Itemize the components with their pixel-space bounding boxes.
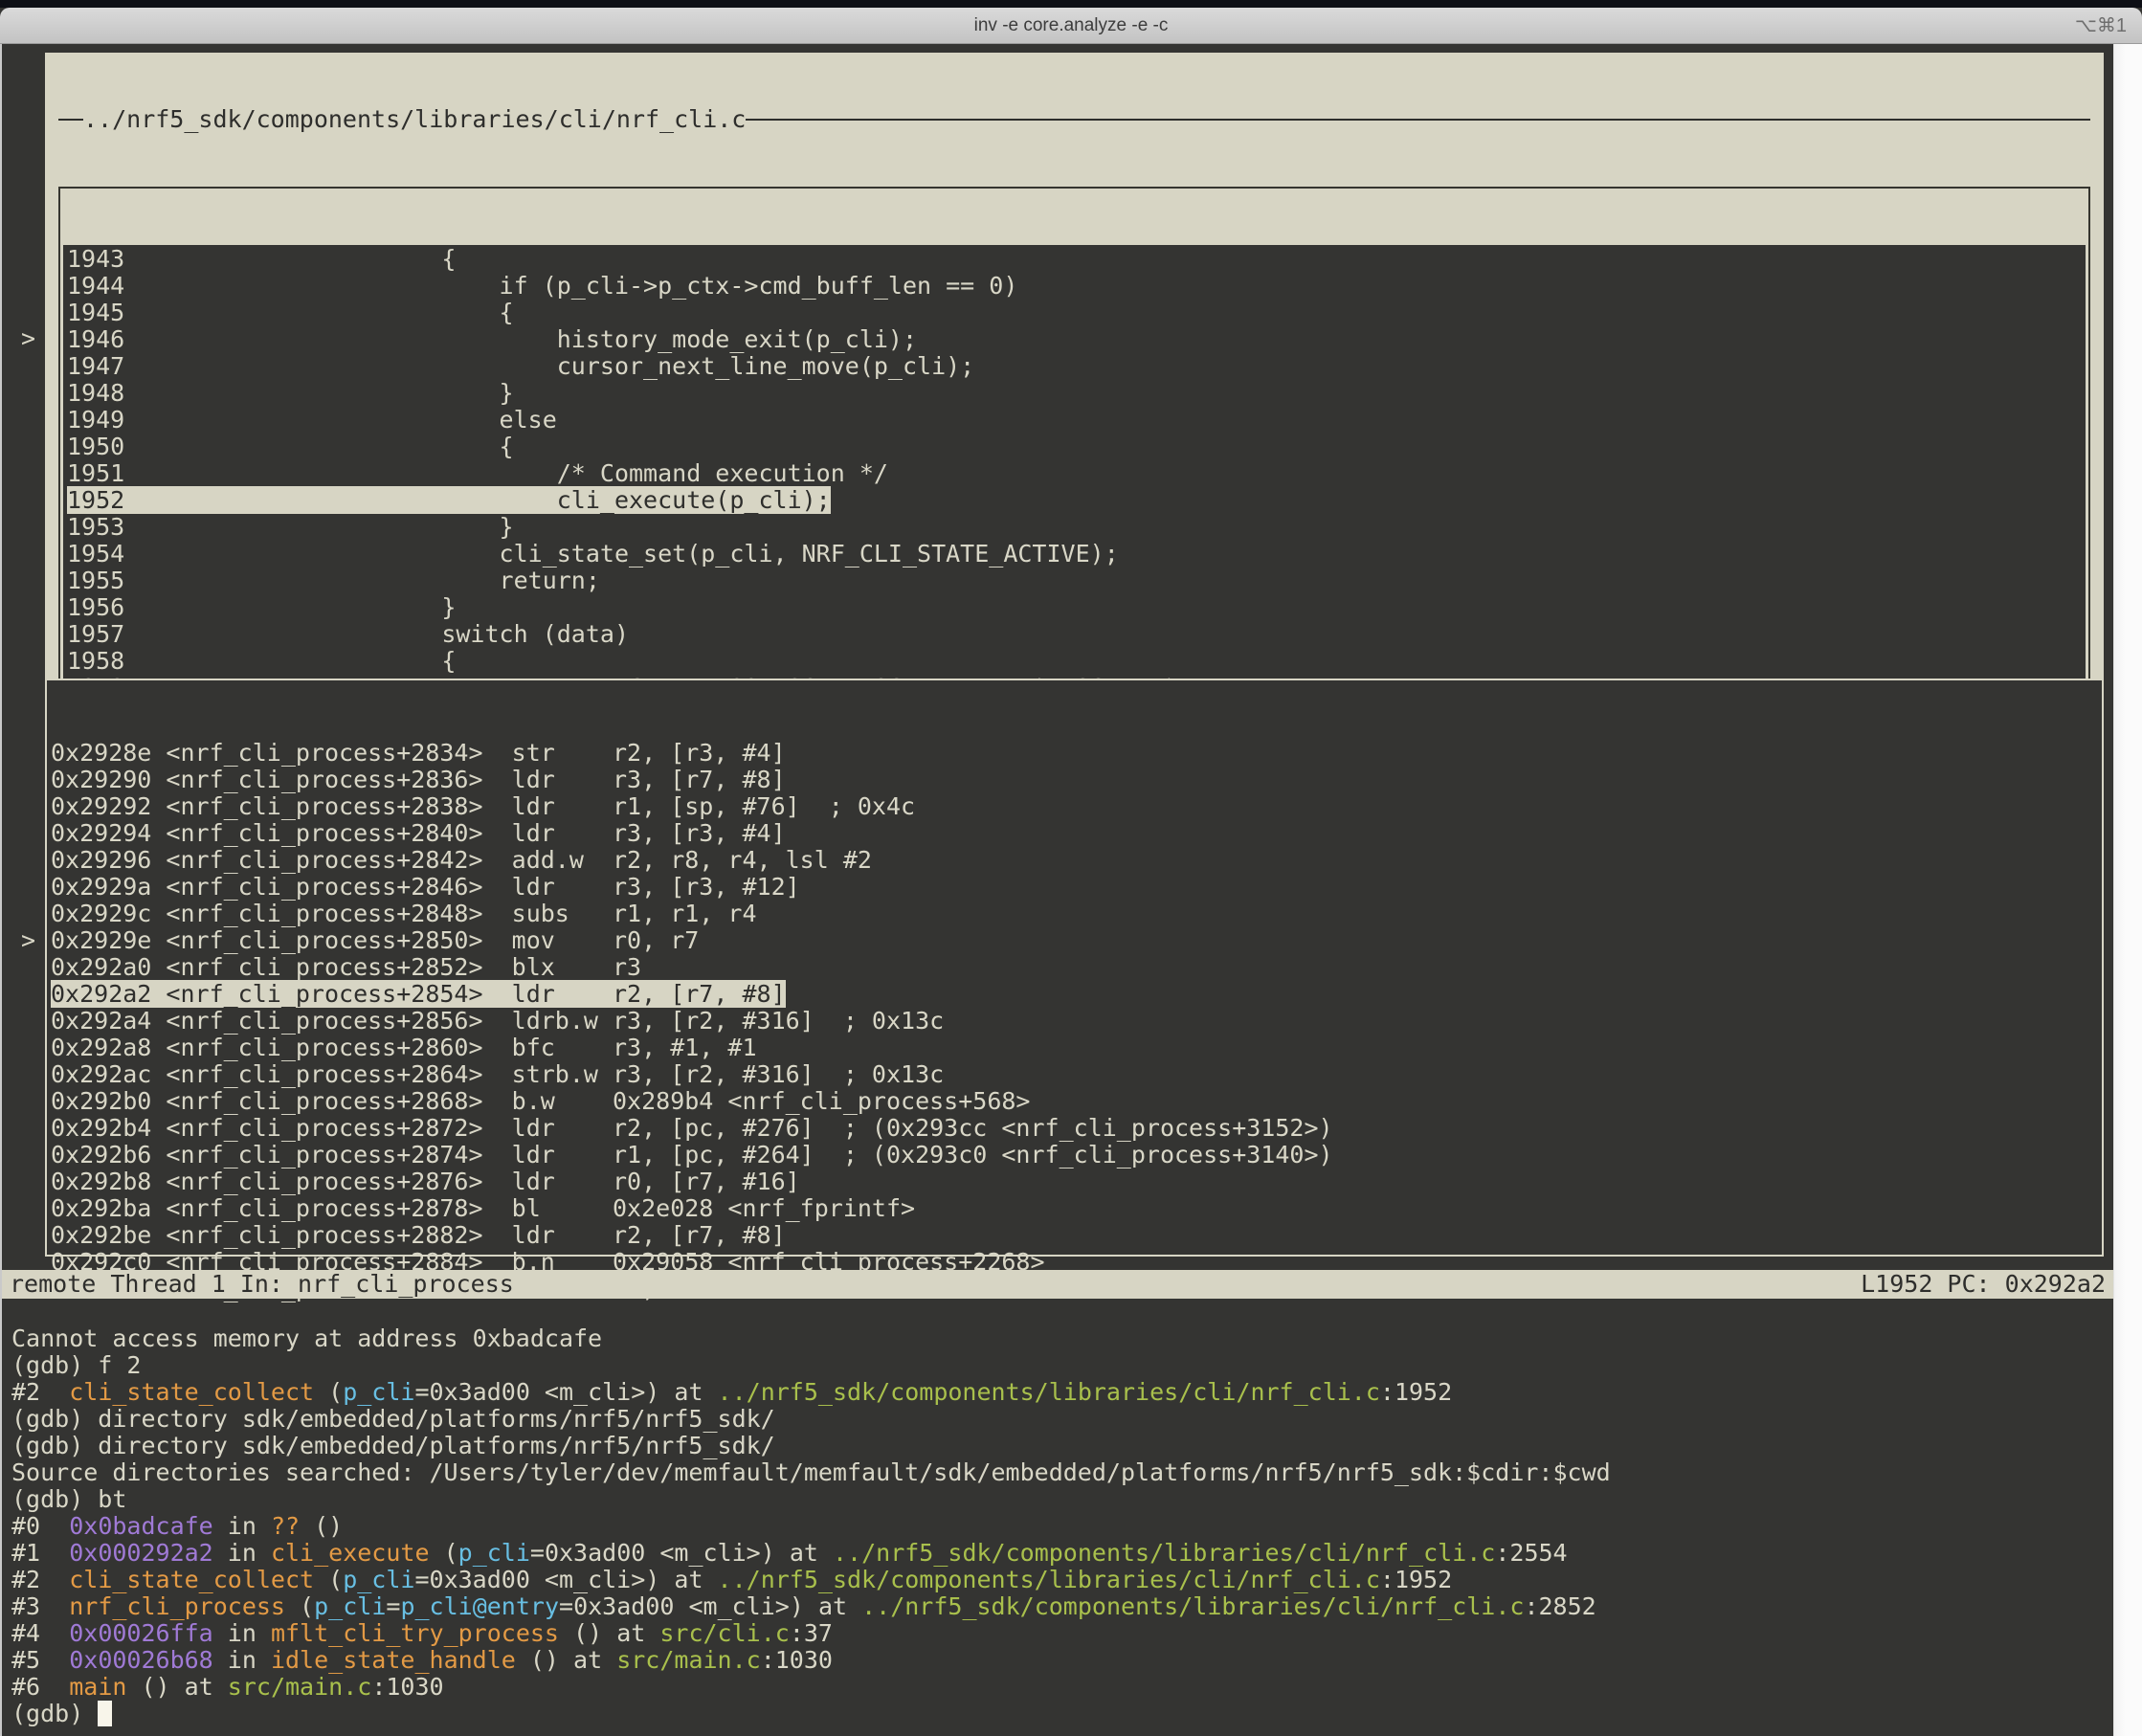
console-line: #6 main () at src/main.c:1030 [11, 1674, 2115, 1701]
asm-line: 0x292a4 <nrf_cli_process+2856> ldrb.w r3… [47, 1008, 2102, 1035]
asm-line: 0x29292 <nrf_cli_process+2838> ldr r1, [… [47, 793, 2102, 820]
source-line: 1954 cli_state_set(p_cli, NRF_CLI_STATE_… [63, 541, 2086, 568]
status-thread-info: remote Thread 1 In: nrf_cli_process [10, 1271, 514, 1298]
console-line: #0 0x0badcafe in ?? () [11, 1513, 2115, 1540]
asm-current-line-marker: > [21, 927, 45, 954]
console-line: Source directories searched: /Users/tyle… [11, 1459, 2115, 1486]
asm-line: 0x2929a <nrf_cli_process+2846> ldr r3, [… [47, 874, 2102, 901]
console-line: Cannot access memory at address 0xbadcaf… [11, 1325, 2115, 1352]
source-line: 1944 if (p_cli->p_ctx->cmd_buff_len == 0… [63, 273, 2086, 300]
console-line: #2 cli_state_collect (p_cli=0x3ad00 <m_c… [11, 1379, 2115, 1406]
asm-line: 0x292ac <nrf_cli_process+2864> strb.w r3… [47, 1061, 2102, 1088]
asm-line: 0x292ba <nrf_cli_process+2878> bl 0x2e02… [47, 1195, 2102, 1222]
asm-line: 0x2929e <nrf_cli_process+2850> mov r0, r… [47, 927, 2102, 954]
console-line: #3 nrf_cli_process (p_cli=p_cli@entry=0x… [11, 1593, 2115, 1620]
console-line: (gdb) f 2 [11, 1352, 2115, 1379]
console-line: (gdb) directory sdk/embedded/platforms/n… [11, 1433, 2115, 1459]
console-line: (gdb) bt [11, 1486, 2115, 1513]
source-line: 1948 } [63, 380, 2086, 407]
source-line: 1955 return; [63, 568, 2086, 594]
window-title: inv -e core.analyze -e -c [974, 15, 1169, 36]
disassembly-window-content: 0x2928e <nrf_cli_process+2834> str r2, [… [47, 740, 2102, 1302]
source-line: 1943 { [63, 246, 2086, 273]
console-line [11, 1299, 2115, 1325]
console-line: (gdb) directory sdk/embedded/platforms/n… [11, 1406, 2115, 1433]
source-line: 1951 /* Command execution */ [63, 460, 2086, 487]
source-line: 1946 history_mode_exit(p_cli); [63, 326, 2086, 353]
asm-line: 0x292b6 <nrf_cli_process+2874> ldr r1, [… [47, 1142, 2102, 1168]
status-line-pc-info: L1952 PC: 0x292a2 [1861, 1271, 2106, 1298]
source-line: 1957 switch (data) [63, 621, 2086, 648]
terminal-content: > > ../nrf5_sdk/components/libraries/cli… [0, 44, 2142, 1736]
asm-line: 0x292a2 <nrf_cli_process+2854> ldr r2, [… [47, 981, 2102, 1008]
asm-line: 0x292be <nrf_cli_process+2882> ldr r2, [… [47, 1222, 2102, 1249]
scrollbar[interactable] [2113, 44, 2142, 1736]
console-line: #2 cli_state_collect (p_cli=0x3ad00 <m_c… [11, 1567, 2115, 1593]
source-current-line-marker: > [21, 325, 45, 352]
window-titlebar[interactable]: inv -e core.analyze -e -c ⌥⌘1 [0, 8, 2142, 44]
source-line: 1950 { [63, 434, 2086, 460]
gdb-status-bar: remote Thread 1 In: nrf_cli_process L195… [2, 1270, 2115, 1299]
source-window-title: ../nrf5_sdk/components/libraries/cli/nrf… [83, 106, 746, 133]
source-line: 1956 } [63, 594, 2086, 621]
terminal-cursor [98, 1701, 112, 1726]
source-line: 1947 cursor_next_line_move(p_cli); [63, 353, 2086, 380]
asm-line: 0x29294 <nrf_cli_process+2840> ldr r3, [… [47, 820, 2102, 847]
asm-line: 0x292b8 <nrf_cli_process+2876> ldr r0, [… [47, 1168, 2102, 1195]
source-current-line-highlight: 1952 cli_execute(p_cli); [67, 486, 831, 514]
gdb-console[interactable]: Cannot access memory at address 0xbadcaf… [2, 1299, 2115, 1727]
asm-line: 0x292b0 <nrf_cli_process+2868> b.w 0x289… [47, 1088, 2102, 1115]
source-line: 1949 else [63, 407, 2086, 434]
desktop-background-strip [0, 0, 2142, 8]
gdb-prompt-line[interactable]: (gdb) [11, 1701, 2115, 1727]
asm-line: 0x292a0 <nrf_cli_process+2852> blx r3 [47, 954, 2102, 981]
window-shortcut-badge: ⌥⌘1 [2075, 8, 2127, 43]
source-window-titlebar: ../nrf5_sdk/components/libraries/cli/nrf… [58, 106, 2090, 133]
asm-line: 0x2929c <nrf_cli_process+2848> subs r1, … [47, 901, 2102, 927]
asm-line: 0x2928e <nrf_cli_process+2834> str r2, [… [47, 740, 2102, 767]
console-line: #1 0x000292a2 in cli_execute (p_cli=0x3a… [11, 1540, 2115, 1567]
asm-line: 0x29296 <nrf_cli_process+2842> add.w r2,… [47, 847, 2102, 874]
console-line: #4 0x00026ffa in mflt_cli_try_process ()… [11, 1620, 2115, 1647]
source-line: 1953 } [63, 514, 2086, 541]
console-line: #5 0x00026b68 in idle_state_handle () at… [11, 1647, 2115, 1674]
source-line: 1945 { [63, 300, 2086, 326]
asm-line: 0x292b4 <nrf_cli_process+2872> ldr r2, [… [47, 1115, 2102, 1142]
source-line: 1958 { [63, 648, 2086, 675]
disassembly-window: 0x2928e <nrf_cli_process+2834> str r2, [… [45, 679, 2104, 1257]
asm-line: 0x29290 <nrf_cli_process+2836> ldr r3, [… [47, 767, 2102, 793]
asm-current-line-highlight: 0x292a2 <nrf_cli_process+2854> ldr r2, [… [51, 980, 786, 1008]
terminal-window: inv -e core.analyze -e -c ⌥⌘1 > > ../nrf… [0, 0, 2142, 1736]
source-line: 1952 cli_execute(p_cli); [63, 487, 2086, 514]
asm-line: 0x292a8 <nrf_cli_process+2860> bfc r3, #… [47, 1035, 2102, 1061]
